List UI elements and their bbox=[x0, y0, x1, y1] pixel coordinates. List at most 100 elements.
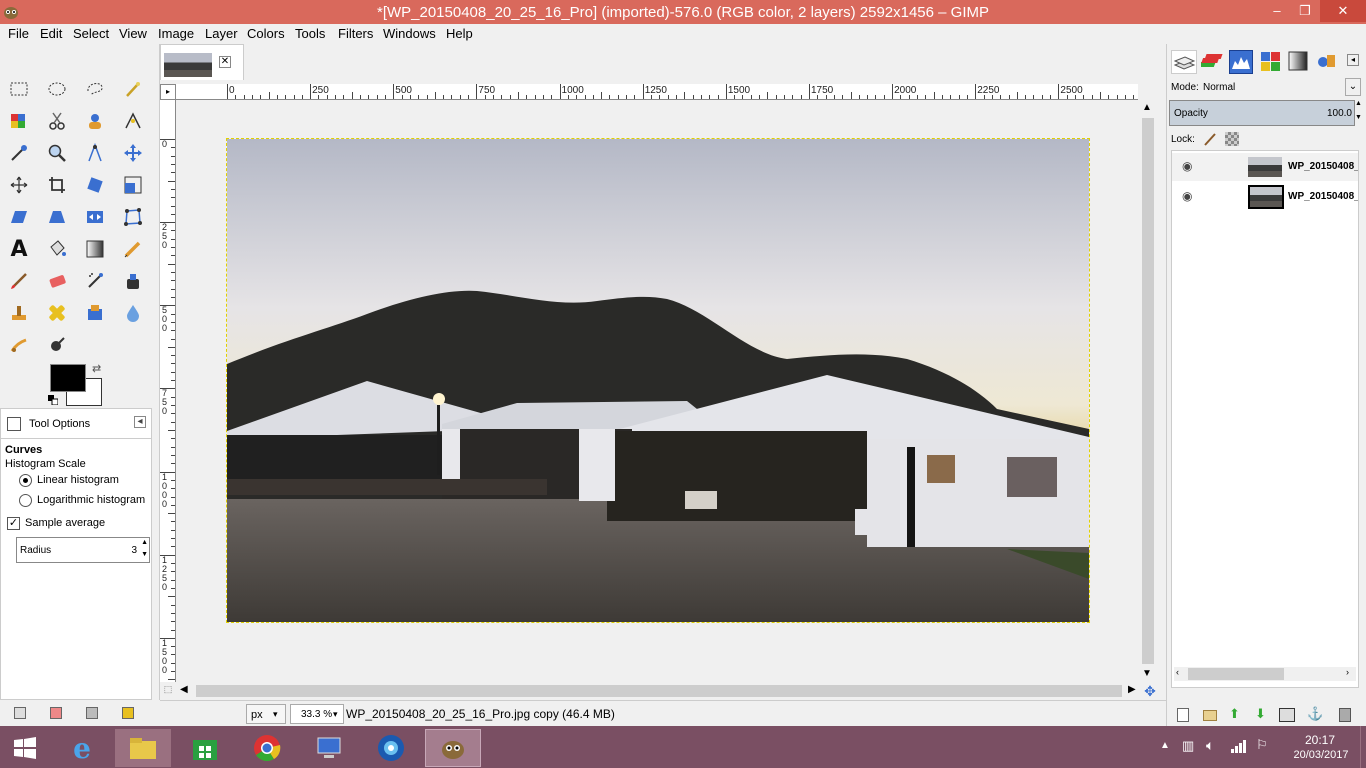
foreground-select-icon[interactable] bbox=[82, 108, 108, 134]
menu-help[interactable]: Help bbox=[446, 26, 473, 41]
volume-icon[interactable]: 🔈︎ bbox=[1206, 737, 1214, 754]
internet-explorer-icon[interactable]: e bbox=[54, 729, 110, 767]
radius-spinbox[interactable]: Radius 3 ▲ ▼ bbox=[16, 537, 150, 563]
fuzzy-select-icon[interactable] bbox=[120, 76, 146, 102]
layer-row[interactable]: ◉ WP_20150408_2 bbox=[1172, 153, 1358, 181]
reset-tool-options-icon[interactable] bbox=[122, 707, 134, 719]
layers-tab-icon[interactable] bbox=[1171, 50, 1197, 74]
shear-icon[interactable] bbox=[6, 204, 32, 230]
zoom-icon[interactable] bbox=[44, 140, 70, 166]
chrome-icon[interactable] bbox=[239, 729, 295, 767]
smudge-icon[interactable] bbox=[6, 332, 32, 358]
sample-average-checkbox[interactable]: ✓ bbox=[7, 517, 20, 530]
visibility-eye-icon[interactable]: ◉ bbox=[1182, 189, 1192, 203]
lock-pixels-icon[interactable] bbox=[1203, 132, 1217, 146]
action-center-icon[interactable]: ▥ bbox=[1182, 738, 1194, 754]
new-layer-icon[interactable] bbox=[1177, 708, 1189, 722]
delete-layer-icon[interactable] bbox=[1339, 708, 1351, 722]
paths-icon[interactable] bbox=[120, 108, 146, 134]
swap-colors-icon[interactable]: ⇄ bbox=[92, 362, 101, 375]
gimp-taskbar-icon[interactable] bbox=[425, 729, 481, 767]
blur-icon[interactable] bbox=[120, 300, 146, 326]
airbrush-icon[interactable] bbox=[82, 268, 108, 294]
layer-row[interactable]: ◉ WP_20150408_2 bbox=[1172, 183, 1358, 211]
ruler-corner[interactable]: ▸ bbox=[160, 84, 176, 100]
perspective-clone-icon[interactable] bbox=[82, 300, 108, 326]
remote-desktop-icon[interactable] bbox=[301, 729, 357, 767]
media-app-icon[interactable] bbox=[363, 729, 419, 767]
fonts-tab-icon[interactable] bbox=[1315, 50, 1339, 74]
canvas-quick-mask-icon[interactable]: ⬚ bbox=[160, 684, 176, 698]
duplicate-layer-icon[interactable] bbox=[1279, 708, 1295, 722]
rotate-icon[interactable] bbox=[82, 172, 108, 198]
measure-icon[interactable] bbox=[82, 140, 108, 166]
navigate-icon[interactable]: ✥ bbox=[1142, 684, 1158, 698]
clock-date[interactable]: 20/03/2017 bbox=[1290, 749, 1352, 761]
paintbrush-icon[interactable] bbox=[6, 268, 32, 294]
show-desktop-button[interactable] bbox=[1360, 726, 1366, 768]
free-select-icon[interactable] bbox=[82, 76, 108, 102]
menu-colors[interactable]: Colors bbox=[247, 26, 285, 41]
menu-select[interactable]: Select bbox=[73, 26, 109, 41]
lower-layer-icon[interactable]: ⬇ bbox=[1255, 706, 1266, 722]
maximize-button[interactable]: ❐ bbox=[1290, 0, 1320, 22]
color-picker-icon[interactable] bbox=[6, 140, 32, 166]
select-by-color-icon[interactable] bbox=[6, 108, 32, 134]
spin-down-icon[interactable]: ▼ bbox=[141, 551, 148, 558]
layers-scroll-right-icon[interactable]: › bbox=[1346, 667, 1349, 677]
default-colors-icon[interactable] bbox=[48, 394, 59, 406]
blend-icon[interactable] bbox=[82, 236, 108, 262]
menu-filters[interactable]: Filters bbox=[338, 26, 373, 41]
layers-hscrollbar[interactable]: ‹ › bbox=[1174, 667, 1356, 681]
ellipse-select-icon[interactable] bbox=[44, 76, 70, 102]
show-hidden-icons[interactable]: ▲ bbox=[1160, 740, 1170, 751]
minimize-button[interactable]: – bbox=[1262, 0, 1292, 22]
vertical-scrollbar[interactable]: ▲ ▼ bbox=[1140, 100, 1158, 684]
heal-icon[interactable] bbox=[44, 300, 70, 326]
horizontal-scroll-thumb[interactable] bbox=[196, 685, 1122, 697]
close-button[interactable]: ✕ bbox=[1320, 0, 1366, 22]
horizontal-scrollbar[interactable]: ◀ ▶ bbox=[178, 684, 1138, 698]
zoom-selector[interactable]: 33.3 % ▾ bbox=[290, 704, 344, 724]
unit-selector[interactable]: px ▾ bbox=[246, 704, 286, 724]
scroll-right-icon[interactable]: ▶ bbox=[1128, 684, 1136, 695]
ink-icon[interactable] bbox=[120, 268, 146, 294]
palette-tab-icon[interactable] bbox=[1259, 50, 1283, 74]
new-layer-group-icon[interactable] bbox=[1203, 710, 1217, 721]
gradients-tab-icon[interactable] bbox=[1287, 50, 1311, 74]
mode-value[interactable]: Normal bbox=[1203, 82, 1235, 93]
text-tool-icon[interactable]: A bbox=[6, 236, 32, 262]
menu-layer[interactable]: Layer bbox=[205, 26, 238, 41]
channels-tab-icon[interactable] bbox=[1197, 50, 1225, 74]
store-icon[interactable] bbox=[177, 729, 233, 767]
perspective-icon[interactable] bbox=[44, 204, 70, 230]
scale-icon[interactable] bbox=[120, 172, 146, 198]
opacity-spin-up-icon[interactable]: ▲ bbox=[1355, 100, 1362, 107]
raise-layer-icon[interactable]: ⬆ bbox=[1229, 706, 1240, 722]
rect-select-icon[interactable] bbox=[6, 76, 32, 102]
flip-icon[interactable] bbox=[82, 204, 108, 230]
flag-icon[interactable]: ⚐ bbox=[1256, 737, 1268, 753]
restore-tool-preset-icon[interactable] bbox=[50, 707, 62, 719]
mode-dropdown-icon[interactable]: ⌄ bbox=[1345, 78, 1361, 96]
cage-icon[interactable] bbox=[120, 204, 146, 230]
histogram-tab-icon[interactable] bbox=[1229, 50, 1253, 74]
visibility-eye-icon[interactable]: ◉ bbox=[1182, 159, 1192, 173]
menu-image[interactable]: Image bbox=[158, 26, 194, 41]
anchor-layer-icon[interactable]: ⚓ bbox=[1307, 706, 1323, 722]
crop-icon[interactable] bbox=[44, 172, 70, 198]
clock-time[interactable]: 20:17 bbox=[1296, 733, 1344, 747]
clone-icon[interactable] bbox=[6, 300, 32, 326]
pencil-icon[interactable] bbox=[120, 236, 146, 262]
image-canvas[interactable] bbox=[226, 138, 1090, 623]
tool-options-tab[interactable]: Tool Options bbox=[0, 408, 152, 438]
vertical-scroll-thumb[interactable] bbox=[1142, 118, 1154, 664]
menu-view[interactable]: View bbox=[119, 26, 147, 41]
delete-tool-preset-icon[interactable] bbox=[86, 707, 98, 719]
scissors-icon[interactable] bbox=[44, 108, 70, 134]
eraser-icon[interactable] bbox=[44, 268, 70, 294]
scroll-left-icon[interactable]: ◀ bbox=[180, 684, 188, 695]
foreground-color-swatch[interactable] bbox=[50, 364, 86, 392]
image-tab[interactable]: ✕ bbox=[160, 44, 244, 80]
layers-scroll-thumb[interactable] bbox=[1188, 668, 1284, 680]
